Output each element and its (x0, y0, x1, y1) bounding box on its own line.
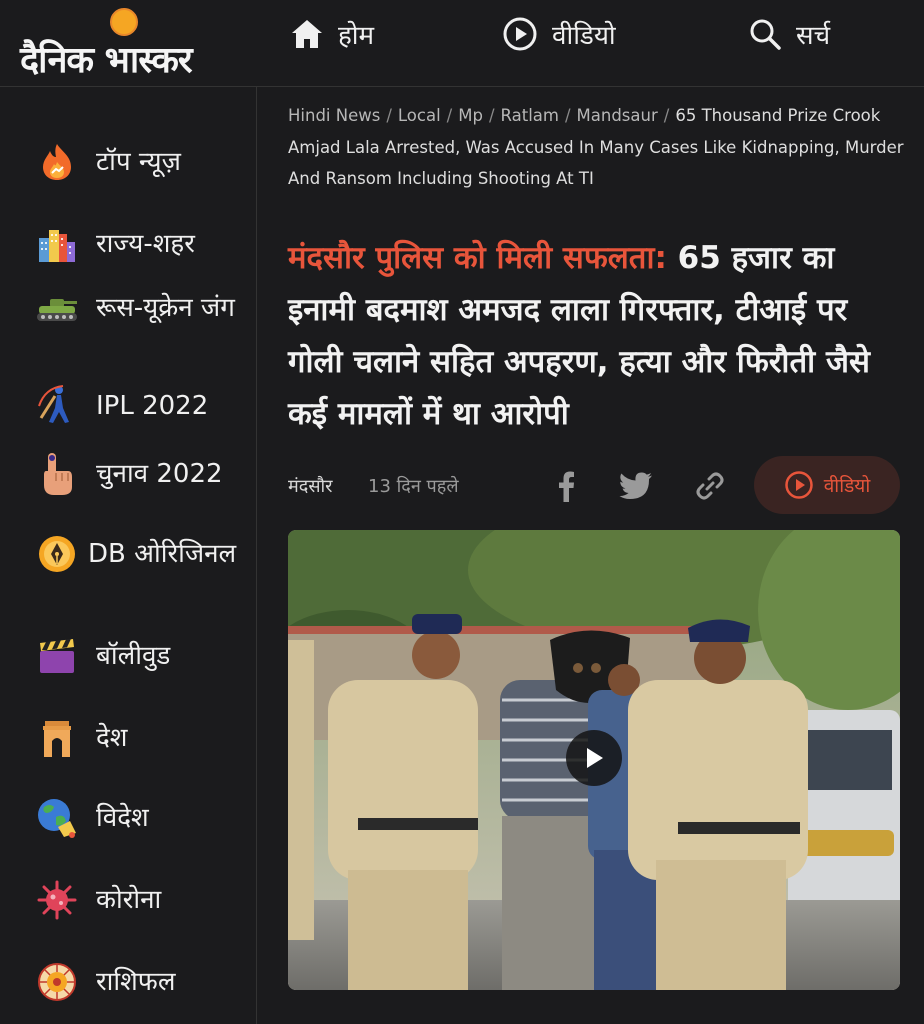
sidebar-item-world[interactable]: विदेश (36, 797, 246, 839)
clapperboard-icon (36, 635, 78, 677)
breadcrumb-separator: / (386, 106, 392, 125)
breadcrumb-link[interactable]: Mp (458, 106, 483, 125)
play-circle-icon (503, 17, 537, 51)
top-header: दैनिक भास्कर होम वीडियो सर्च (0, 0, 924, 87)
share-facebook-button[interactable] (546, 466, 586, 506)
breadcrumb-link[interactable]: Local (398, 106, 441, 125)
watch-video-label: वीडियो (823, 475, 871, 497)
twitter-icon (619, 472, 652, 499)
nav-home[interactable]: होम (290, 14, 374, 54)
sidebar-item-label: बॉलीवुड (96, 641, 171, 671)
home-icon (292, 20, 322, 48)
sidebar-item-label: कोरोना (96, 885, 162, 915)
article-city[interactable]: मंदसौर (288, 474, 333, 498)
sidebar-item-label: विदेश (96, 803, 149, 833)
site-logo[interactable]: दैनिक भास्कर (18, 4, 228, 84)
zodiac-wheel-icon (36, 961, 78, 1003)
facebook-icon (559, 471, 574, 502)
city-buildings-icon (36, 223, 78, 265)
play-circle-icon (784, 471, 813, 499)
play-icon (587, 748, 603, 768)
breadcrumb-link[interactable]: Hindi News (288, 106, 380, 125)
globe-icon (36, 797, 78, 839)
sidebar-item-label: चुनाव 2022 (96, 459, 223, 489)
sidebar-item-label: IPL 2022 (96, 391, 209, 421)
voting-finger-icon (36, 453, 78, 495)
sidebar-item-label: राशिफल (96, 967, 176, 997)
video-play-button[interactable] (566, 730, 622, 786)
logo-wordmark: दैनिक भास्कर (20, 40, 193, 81)
nav-search[interactable]: सर्च (748, 14, 830, 54)
sidebar-item-label: रूस-यूक्रेन जंग (96, 293, 235, 323)
sidebar-item-label: टॉप न्यूज़ (96, 147, 181, 177)
sidebar-item-corona[interactable]: कोरोना (36, 879, 246, 921)
breadcrumb-separator: / (564, 106, 571, 125)
article-meta: मंदसौर 13 दिन पहले वीडियो (288, 456, 903, 516)
sidebar-item-ipl[interactable]: IPL 2022 (36, 385, 246, 427)
headline-kicker: मंदसौर पुलिस को मिली सफलता: (288, 240, 667, 276)
pen-nib-badge-icon (36, 533, 78, 575)
sidebar-item-russia-ukraine[interactable]: रूस-यूक्रेन जंग (36, 287, 246, 329)
india-gate-icon (36, 717, 78, 759)
watch-video-button[interactable]: वीडियो (754, 456, 900, 514)
search-icon (750, 19, 781, 50)
nav-search-label: सर्च (796, 21, 831, 51)
sidebar-item-label: राज्य-शहर (96, 229, 195, 259)
link-icon (696, 472, 724, 500)
sidebar-item-top-news[interactable]: टॉप न्यूज़ (36, 141, 246, 183)
sidebar-item-label: DB ओरिजिनल (88, 539, 237, 569)
flame-icon (36, 141, 78, 183)
breadcrumb-separator: / (663, 106, 670, 125)
breadcrumb-link[interactable]: Mandsaur (577, 106, 658, 125)
sidebar-item-elections[interactable]: चुनाव 2022 (36, 453, 246, 495)
sidebar-item-horoscope[interactable]: राशिफल (36, 961, 246, 1003)
sidebar-item-state-city[interactable]: राज्य-शहर (36, 223, 246, 265)
sidebar-item-db-original[interactable]: DB ओरिजिनल (36, 533, 246, 575)
article-time: 13 दिन पहले (368, 476, 459, 497)
nav-video-label: वीडियो (552, 21, 616, 51)
virus-icon (36, 879, 78, 921)
breadcrumb: Hindi News / Local / Mp / Ratlam / Mandsaur/65 T… (288, 100, 908, 195)
article-main: Hindi News / Local / Mp / Ratlam / Mandsaur/65 T… (288, 100, 908, 195)
sidebar: टॉप न्यूज़ राज्य-शहर रूस-यूक्रेन जंग IPL… (0, 87, 257, 1024)
sidebar-item-bollywood[interactable]: बॉलीवुड (36, 635, 246, 677)
breadcrumb-link[interactable]: Ratlam (501, 106, 559, 125)
video-player[interactable] (288, 530, 900, 990)
sidebar-item-country[interactable]: देश (36, 717, 246, 759)
tank-icon (36, 287, 78, 329)
article-headline: मंदसौर पुलिस को मिली सफलता: 65 हजार का इ… (288, 232, 908, 440)
breadcrumb-separator: / (446, 106, 453, 125)
share-twitter-button[interactable] (616, 466, 656, 506)
sidebar-item-label: देश (96, 723, 128, 753)
breadcrumb-separator: / (488, 106, 495, 125)
nav-video[interactable]: वीडियो (502, 14, 616, 54)
nav-home-label: होम (338, 21, 375, 51)
cricket-player-icon (36, 385, 78, 427)
copy-link-button[interactable] (690, 466, 730, 506)
